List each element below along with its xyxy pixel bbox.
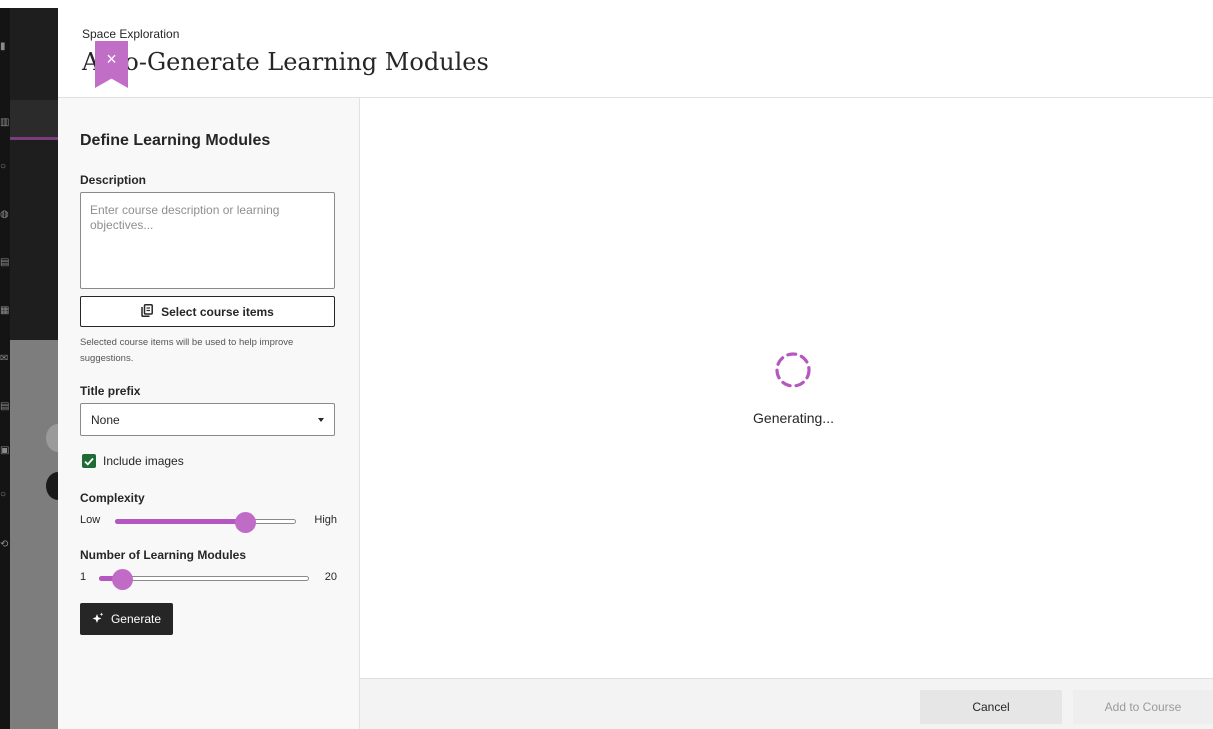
close-icon: × — [106, 49, 117, 69]
add-to-course-button[interactable]: Add to Course — [1073, 690, 1213, 724]
generate-label: Generate — [110, 612, 162, 626]
nav-search-icon: ○ — [0, 489, 7, 500]
nav-calendar-icon: ▤ — [0, 257, 10, 268]
cancel-button[interactable]: Cancel — [920, 690, 1062, 724]
nav-globe-icon: ◍ — [0, 209, 9, 220]
include-images-row: Include images — [82, 454, 184, 468]
generation-preview-area: Generating... — [360, 98, 1213, 678]
nav-analytics-icon: ▮ — [0, 41, 6, 52]
modules-slider-track[interactable] — [99, 569, 309, 590]
include-images-checkbox[interactable] — [82, 454, 96, 468]
background-top-strip — [0, 0, 1213, 8]
background-nav-rail: ▮ ▥ ○ ◍ ▤ ▦ ✉ ▤ ▣ ○ ⟲ — [0, 8, 10, 729]
include-images-label: Include images — [103, 454, 184, 468]
complexity-min-label: Low — [80, 514, 101, 526]
description-input[interactable] — [80, 192, 335, 289]
complexity-max-label: High — [314, 514, 337, 526]
nav-grid-icon: ▦ — [0, 305, 10, 316]
complexity-slider-thumb[interactable] — [235, 512, 256, 533]
section-title: Define Learning Modules — [80, 132, 271, 149]
select-course-items-button[interactable]: Select course items — [80, 296, 335, 327]
page-title: Auto-Generate Learning Modules — [82, 48, 489, 76]
nav-tools-icon: ▣ — [0, 445, 10, 456]
title-prefix-value: None — [91, 412, 120, 427]
chevron-down-icon — [318, 417, 324, 422]
panel-footer: Cancel Add to Course — [360, 678, 1213, 729]
checkmark-icon — [84, 457, 94, 466]
complexity-slider-track[interactable] — [115, 512, 296, 533]
description-label: Description — [80, 173, 147, 187]
define-modules-form: Define Learning Modules Description Sele… — [58, 98, 360, 729]
nav-grades-icon: ▤ — [0, 401, 10, 412]
panel-header: Space Exploration Auto-Generate Learning… — [58, 8, 1213, 98]
nav-institution-icon: ▥ — [0, 117, 10, 128]
background-course-banner — [10, 8, 58, 340]
select-items-help-text: Selected course items will be used to he… — [80, 337, 294, 364]
loading-spinner-icon — [775, 352, 811, 388]
modules-slider-row: 1 20 — [80, 566, 337, 590]
auto-generate-panel: Space Exploration Auto-Generate Learning… — [58, 8, 1213, 729]
title-prefix-label: Title prefix — [80, 384, 141, 398]
title-prefix-select[interactable]: None — [80, 403, 335, 436]
complexity-slider-fill — [115, 519, 245, 524]
sparkle-icon — [92, 612, 104, 627]
generating-status: Generating... — [753, 410, 834, 426]
background-tab — [10, 100, 58, 140]
copy-documents-icon — [141, 303, 154, 320]
complexity-slider-row: Low High — [80, 509, 337, 533]
modules-slider-thumb[interactable] — [112, 569, 133, 590]
modules-count-label: Number of Learning Modules — [80, 548, 247, 562]
nav-user-icon: ○ — [0, 161, 7, 172]
generate-button[interactable]: Generate — [80, 603, 173, 635]
nav-mail-icon: ✉ — [0, 353, 9, 364]
modules-min-label: 1 — [80, 571, 87, 583]
course-name: Space Exploration — [82, 27, 180, 41]
select-course-items-label: Select course items — [161, 304, 274, 319]
complexity-label: Complexity — [80, 491, 145, 505]
modules-max-label: 20 — [324, 571, 337, 583]
nav-logout-icon: ⟲ — [0, 539, 9, 550]
